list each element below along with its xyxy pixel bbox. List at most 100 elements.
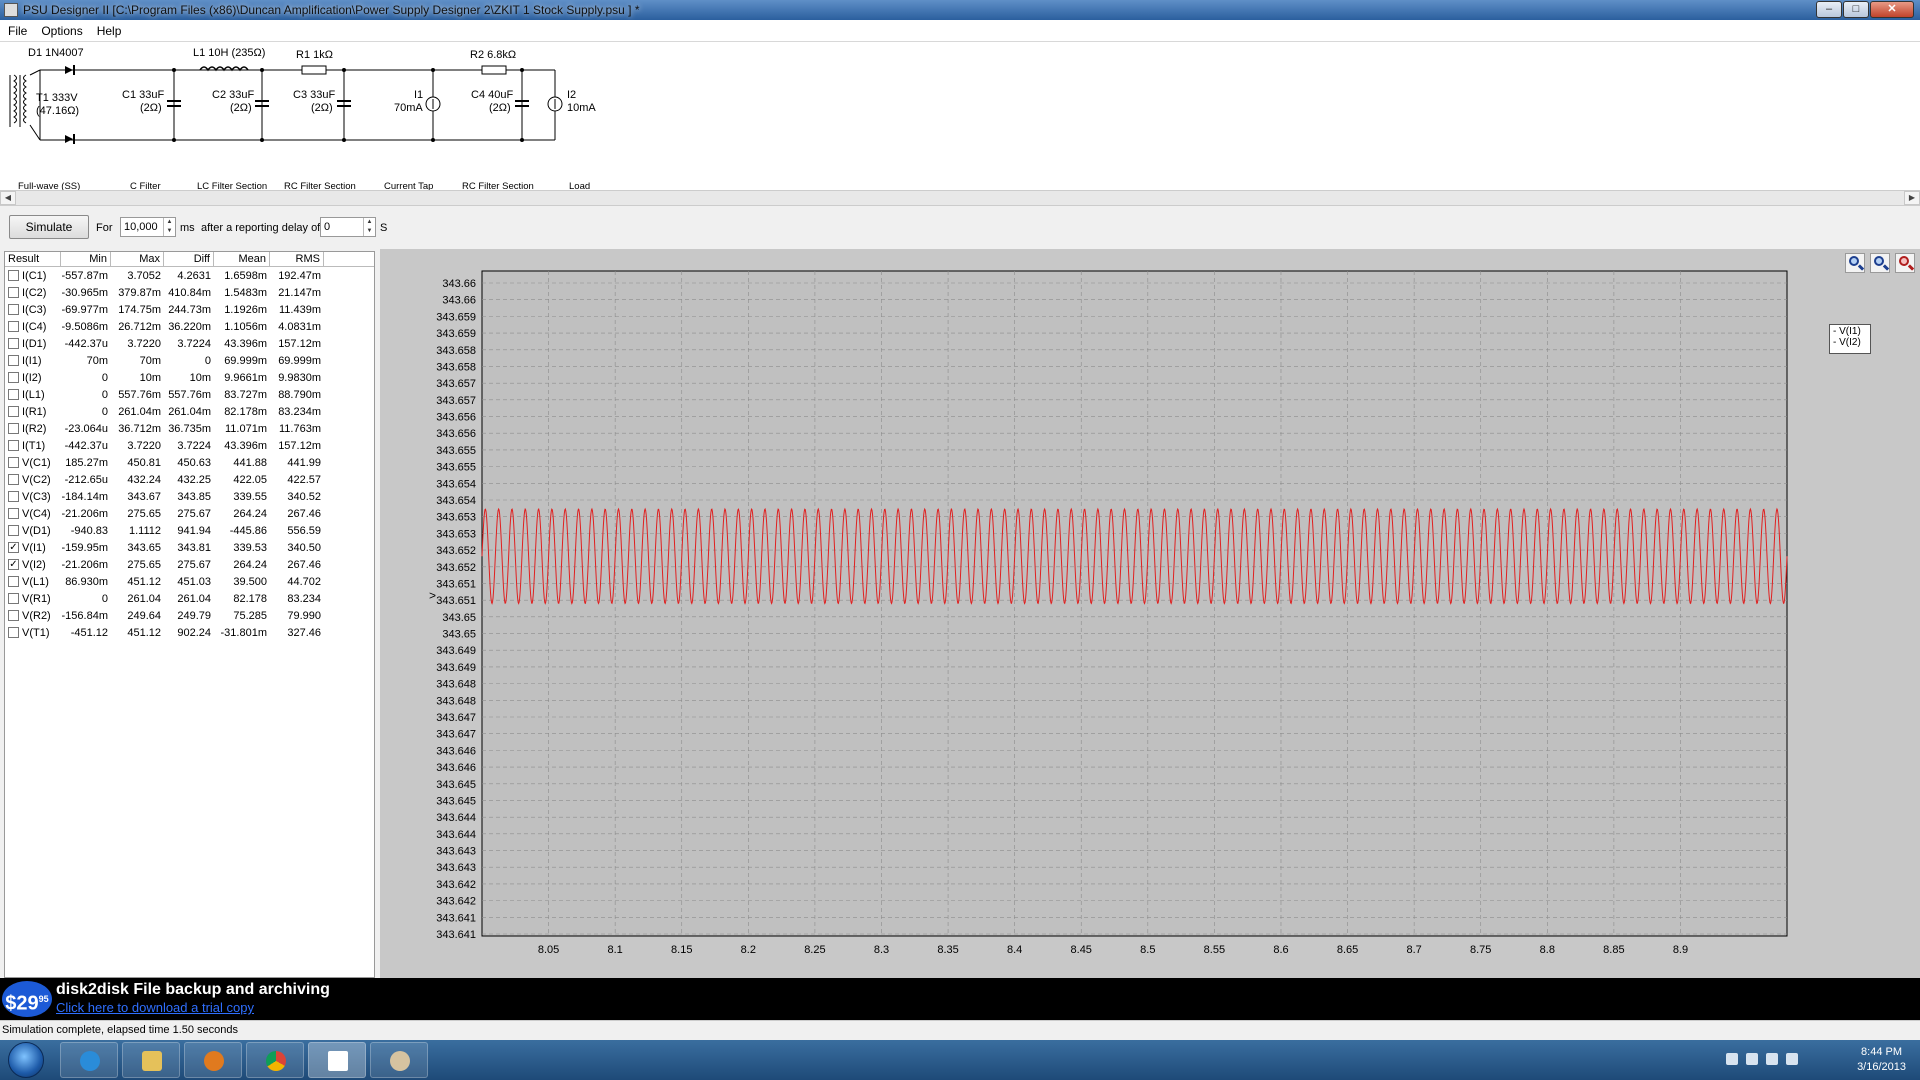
result-name-cell: V(R1) xyxy=(5,593,61,605)
result-max: 343.65 xyxy=(127,541,161,554)
taskbar-clock[interactable]: 8:44 PM 3/16/2013 xyxy=(1857,1045,1906,1075)
taskbar: 8:44 PM 3/16/2013 xyxy=(0,1040,1920,1080)
menu-file[interactable]: File xyxy=(8,24,27,38)
scroll-right-arrow[interactable]: ▶ xyxy=(1904,191,1920,205)
result-diff: 941.94 xyxy=(177,524,211,537)
clock-time: 8:44 PM xyxy=(1861,1046,1903,1058)
result-checkbox[interactable] xyxy=(8,270,19,281)
network-icon[interactable] xyxy=(1766,1053,1778,1065)
result-checkbox[interactable] xyxy=(8,372,19,383)
menu-options[interactable]: Options xyxy=(41,24,82,38)
y-tick-label: 343.648 xyxy=(436,679,476,691)
result-max: 36.712m xyxy=(118,422,161,435)
col-min[interactable]: Min xyxy=(61,252,111,267)
result-name: I(D1) xyxy=(22,337,47,350)
result-checkbox[interactable] xyxy=(8,355,19,366)
col-diff[interactable]: Diff xyxy=(164,252,214,267)
zoom-out-button[interactable] xyxy=(1870,253,1890,273)
waveform-chart[interactable]: 343.66343.66343.659343.659343.658343.658… xyxy=(380,249,1920,978)
result-checkbox[interactable] xyxy=(8,508,19,519)
result-checkbox[interactable] xyxy=(8,406,19,417)
x-tick-label: 8.65 xyxy=(1337,944,1358,956)
taskbar-explorer[interactable] xyxy=(122,1042,180,1078)
result-checkbox[interactable] xyxy=(8,593,19,604)
taskbar-psu-designer[interactable] xyxy=(308,1042,366,1078)
col-result[interactable]: Result xyxy=(5,252,61,267)
result-checkbox[interactable] xyxy=(8,610,19,621)
taskbar-paint[interactable] xyxy=(370,1042,428,1078)
result-checkbox[interactable] xyxy=(8,576,19,587)
y-tick-label: 343.646 xyxy=(436,762,476,774)
duration-up-arrow[interactable]: ▲ xyxy=(164,218,175,227)
delay-up-arrow[interactable]: ▲ xyxy=(364,218,375,227)
delay-down-arrow[interactable]: ▼ xyxy=(364,227,375,236)
menu-help[interactable]: Help xyxy=(97,24,122,38)
result-diff: 3.7224 xyxy=(177,439,211,452)
ad-banner[interactable]: $2995 disk2disk File backup and archivin… xyxy=(0,978,1920,1020)
col-rms[interactable]: RMS xyxy=(270,252,324,267)
zoom-reset-icon xyxy=(1899,256,1909,266)
taskbar-media-player[interactable] xyxy=(184,1042,242,1078)
media-player-icon xyxy=(204,1051,224,1071)
x-tick-label: 8.3 xyxy=(874,944,889,956)
maximize-button[interactable]: □ xyxy=(1843,1,1869,18)
zoom-in-icon xyxy=(1849,256,1859,266)
volume-icon[interactable] xyxy=(1786,1053,1798,1065)
duration-down-arrow[interactable]: ▼ xyxy=(164,227,175,236)
result-min: -21.206m xyxy=(61,558,108,571)
table-row: I(D1) -442.37u 3.7220 3.7224 43.396m 157.12m xyxy=(5,335,374,352)
label-l1: L1 10H (235Ω) xyxy=(193,47,265,59)
result-name: V(C3) xyxy=(22,490,51,503)
s-label: S xyxy=(380,222,388,234)
result-checkbox[interactable]: ✓ xyxy=(8,559,19,570)
result-checkbox[interactable] xyxy=(8,440,19,451)
result-name-cell: I(I1) xyxy=(5,355,61,367)
ie-icon xyxy=(80,1051,100,1071)
duration-stepper[interactable]: 10,000 ▲ ▼ xyxy=(120,217,176,237)
result-checkbox[interactable] xyxy=(8,423,19,434)
x-tick-label: 8.25 xyxy=(804,944,825,956)
x-tick-label: 8.5 xyxy=(1140,944,1155,956)
result-max: 3.7220 xyxy=(127,439,161,452)
result-checkbox[interactable]: ✓ xyxy=(8,542,19,553)
result-checkbox[interactable] xyxy=(8,457,19,468)
result-checkbox[interactable] xyxy=(8,525,19,536)
result-checkbox[interactable] xyxy=(8,338,19,349)
result-checkbox[interactable] xyxy=(8,321,19,332)
minimize-button[interactable]: – xyxy=(1816,1,1842,18)
clock-date: 3/16/2013 xyxy=(1857,1061,1906,1073)
delay-stepper[interactable]: 0 ▲ ▼ xyxy=(320,217,376,237)
result-checkbox[interactable] xyxy=(8,474,19,485)
table-row: I(R1) 0 261.04m 261.04m 82.178m 83.234m xyxy=(5,403,374,420)
result-checkbox[interactable] xyxy=(8,627,19,638)
action-center-flag-icon[interactable] xyxy=(1746,1053,1758,1065)
taskbar-chrome[interactable] xyxy=(246,1042,304,1078)
result-diff: 36.735m xyxy=(168,422,211,435)
y-tick-label: 343.643 xyxy=(436,846,476,858)
result-name: V(I2) xyxy=(22,558,46,571)
zoom-reset-button[interactable] xyxy=(1895,253,1915,273)
legend-item-vi2: - V(I2) xyxy=(1833,337,1861,348)
title-bar: PSU Designer II [C:\Program Files (x86)\… xyxy=(0,0,1920,20)
zoom-in-button[interactable] xyxy=(1845,253,1865,273)
result-max: 70m xyxy=(139,354,161,367)
chrome-icon xyxy=(266,1051,286,1071)
result-checkbox[interactable] xyxy=(8,389,19,400)
result-checkbox[interactable] xyxy=(8,491,19,502)
simulate-button[interactable]: Simulate xyxy=(9,215,89,239)
result-diff: 557.76m xyxy=(168,388,211,401)
ad-download-link[interactable]: Click here to download a trial copy xyxy=(56,1000,254,1015)
taskbar-ie[interactable] xyxy=(60,1042,118,1078)
col-max[interactable]: Max xyxy=(111,252,164,267)
label-c2: C2 33uF xyxy=(212,89,254,101)
col-mean[interactable]: Mean xyxy=(214,252,270,267)
result-name: I(R2) xyxy=(22,422,47,435)
result-checkbox[interactable] xyxy=(8,287,19,298)
result-checkbox[interactable] xyxy=(8,304,19,315)
scroll-left-arrow[interactable]: ◀ xyxy=(0,191,16,205)
schematic-scrollbar[interactable]: ◀ ▶ xyxy=(0,190,1920,206)
start-button[interactable] xyxy=(8,1042,44,1078)
result-rms: 340.52 xyxy=(287,490,321,503)
show-hidden-icons-icon[interactable] xyxy=(1726,1053,1738,1065)
close-button[interactable]: ✕ xyxy=(1870,1,1914,18)
